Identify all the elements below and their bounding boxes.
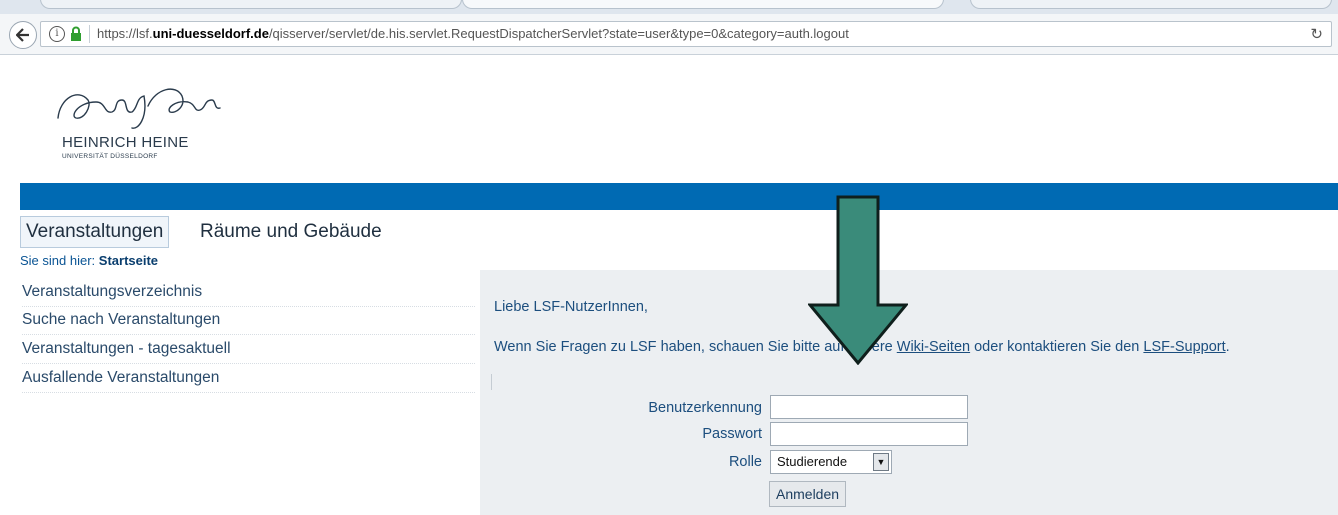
tab-raeume-und-gebaeude[interactable]: Räume und Gebäude [200,216,382,248]
login-button[interactable]: Anmelden [769,481,847,507]
role-label: Rolle [728,454,762,470]
reload-icon[interactable]: ↻ [1310,25,1323,43]
sidebar-item-veranstaltungsverzeichnis[interactable]: Veranstaltungsverzeichnis [22,278,475,307]
url-text[interactable]: https://lsf.uni-duesseldorf.de/qisserver… [97,26,849,41]
university-logo[interactable]: HEINRICH HEINE UNIVERSITÄT DÜSSELDORF [48,78,228,168]
logo-subtitle: UNIVERSITÄT DÜSSELDORF [62,153,158,160]
support-link[interactable]: LSF-Support [1143,339,1225,355]
sidebar-item-suche[interactable]: Suche nach Veranstaltungen [22,306,475,335]
greeting-text: Liebe LSF-NutzerInnen, [494,299,648,315]
logo-name: HEINRICH HEINE [62,134,189,151]
header-bar [20,183,1338,210]
address-separator [89,25,90,43]
browser-tab-strip [0,0,1338,14]
breadcrumb-prefix: Sie sind hier: [20,253,96,268]
username-field[interactable] [770,395,968,419]
chevron-down-icon[interactable]: ▼ [873,453,889,471]
sidebar-item-ausfallende[interactable]: Ausfallende Veranstaltungen [22,364,475,393]
down-arrow-icon [808,195,908,365]
browser-tab[interactable] [970,0,1332,9]
breadcrumb-current[interactable]: Startseite [99,253,158,268]
address-bar[interactable]: i https://lsf.uni-duesseldorf.de/qisserv… [40,21,1332,47]
password-label: Passwort [702,426,762,442]
lock-icon[interactable] [69,26,83,42]
info-icon[interactable]: i [49,26,65,42]
browser-tab[interactable] [40,0,462,9]
password-field[interactable] [770,422,968,446]
username-label: Benutzerkennung [648,400,762,416]
signature-logo [57,88,221,129]
sidebar-item-tagesaktuell[interactable]: Veranstaltungen - tagesaktuell [22,335,475,364]
role-select-value: Studierende [777,454,848,469]
role-select[interactable]: Studierende ▼ [770,450,892,474]
back-arrow-icon [16,28,29,42]
breadcrumb: Sie sind hier: Startseite [20,253,158,268]
tab-veranstaltungen[interactable]: Veranstaltungen [20,216,170,248]
browser-tab-active[interactable] [462,0,944,9]
back-button[interactable] [9,21,37,49]
divider [491,374,492,390]
